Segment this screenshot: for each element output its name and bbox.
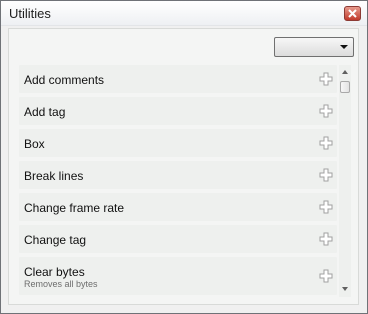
- plus-icon[interactable]: [319, 168, 333, 182]
- item-label: Change tag: [24, 233, 87, 247]
- category-dropdown[interactable]: [274, 37, 354, 57]
- close-button[interactable]: [344, 6, 361, 21]
- list-item[interactable]: Add tag: [19, 97, 337, 125]
- list-item[interactable]: Clear bytes Removes all bytes: [19, 257, 337, 295]
- utilities-panel: Add comments Add tag Box Break lines Cha…: [8, 28, 359, 305]
- item-description: Removes all bytes: [24, 279, 98, 289]
- list-item[interactable]: Box: [19, 129, 337, 157]
- list-item[interactable]: Break lines: [19, 161, 337, 189]
- item-label: Clear bytes: [24, 265, 85, 279]
- close-icon: [348, 9, 357, 18]
- plus-icon[interactable]: [319, 104, 333, 118]
- window-title: Utilities: [9, 6, 51, 21]
- chevron-down-icon: [340, 45, 348, 49]
- utilities-window: Utilities Add comments Add tag Box Break…: [0, 0, 368, 314]
- plus-icon[interactable]: [319, 269, 333, 283]
- scroll-up-icon[interactable]: [342, 70, 348, 74]
- plus-icon[interactable]: [319, 72, 333, 86]
- item-label: Break lines: [24, 169, 84, 183]
- title-bar: Utilities: [1, 1, 367, 26]
- list-item[interactable]: Change frame rate: [19, 193, 337, 221]
- plus-icon[interactable]: [319, 136, 333, 150]
- scroll-down-icon[interactable]: [342, 287, 348, 291]
- item-label: Box: [24, 137, 45, 151]
- list-item[interactable]: Add comments: [19, 65, 337, 93]
- item-label: Change frame rate: [24, 201, 125, 215]
- item-label: Add tag: [24, 105, 66, 119]
- plus-icon[interactable]: [319, 232, 333, 246]
- utilities-list: Add comments Add tag Box Break lines Cha…: [19, 65, 337, 296]
- list-item[interactable]: Change tag: [19, 225, 337, 253]
- plus-icon[interactable]: [319, 200, 333, 214]
- vertical-scrollbar[interactable]: [339, 65, 351, 297]
- scrollbar-thumb[interactable]: [340, 81, 350, 93]
- item-label: Add comments: [24, 73, 105, 87]
